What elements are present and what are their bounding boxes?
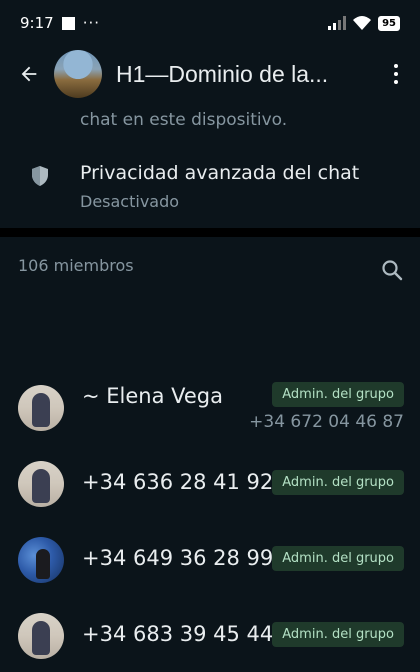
encryption-info[interactable]: chat en este dispositivo. bbox=[80, 102, 400, 138]
status-icons: 95 bbox=[328, 15, 400, 31]
admin-badge: Admin. del grupo bbox=[272, 382, 404, 407]
more-options-button[interactable] bbox=[386, 60, 406, 88]
encryption-info-text: chat en este dispositivo. bbox=[80, 110, 288, 130]
admin-badge: Admin. del grupo bbox=[272, 546, 404, 571]
group-avatar[interactable] bbox=[54, 50, 102, 98]
section-divider bbox=[0, 228, 420, 237]
shield-icon bbox=[32, 166, 48, 186]
member-row[interactable]: +34 683 39 45 44 Admin. del grupo bbox=[0, 600, 420, 672]
app-bar: H1—Dominio de la... bbox=[0, 46, 420, 102]
member-name: ~ Elena Vega bbox=[82, 384, 224, 408]
kebab-dot-icon bbox=[394, 72, 398, 76]
arrow-left-icon bbox=[21, 66, 37, 82]
more-notifications-icon: ··· bbox=[82, 14, 100, 32]
status-bar: 9:17 ··· 95 bbox=[0, 0, 420, 46]
avatar bbox=[18, 613, 64, 659]
search-icon[interactable] bbox=[380, 258, 404, 282]
advanced-privacy-title: Privacidad avanzada del chat bbox=[80, 162, 360, 184]
admin-badge: Admin. del grupo bbox=[272, 470, 404, 495]
wifi-icon bbox=[353, 16, 372, 30]
kebab-dot-icon bbox=[394, 64, 398, 68]
status-time: 9:17 bbox=[20, 14, 54, 32]
member-phone: +34 672 04 46 87 bbox=[249, 412, 404, 432]
notification-icon bbox=[61, 16, 75, 30]
member-row[interactable]: +34 636 28 41 92 Admin. del grupo bbox=[0, 448, 420, 520]
back-button[interactable] bbox=[12, 57, 46, 91]
member-name: +34 683 39 45 44 bbox=[82, 622, 274, 646]
member-row[interactable]: ~ Elena Vega Admin. del grupo +34 672 04… bbox=[0, 372, 420, 444]
avatar bbox=[18, 385, 64, 431]
signal-icon bbox=[328, 16, 347, 30]
advanced-privacy-item[interactable]: Privacidad avanzada del chat Desactivado bbox=[0, 156, 420, 218]
kebab-dot-icon bbox=[394, 80, 398, 84]
members-count: 106 miembros bbox=[18, 256, 134, 275]
group-title[interactable]: H1—Dominio de la... bbox=[116, 61, 378, 88]
avatar bbox=[18, 537, 64, 583]
battery-icon: 95 bbox=[378, 15, 400, 31]
member-name: +34 649 36 28 99 bbox=[82, 546, 274, 570]
admin-badge: Admin. del grupo bbox=[272, 622, 404, 647]
avatar bbox=[18, 461, 64, 507]
member-name: +34 636 28 41 92 bbox=[82, 470, 274, 494]
member-row[interactable]: +34 649 36 28 99 Admin. del grupo bbox=[0, 524, 420, 596]
advanced-privacy-status: Desactivado bbox=[80, 192, 180, 211]
